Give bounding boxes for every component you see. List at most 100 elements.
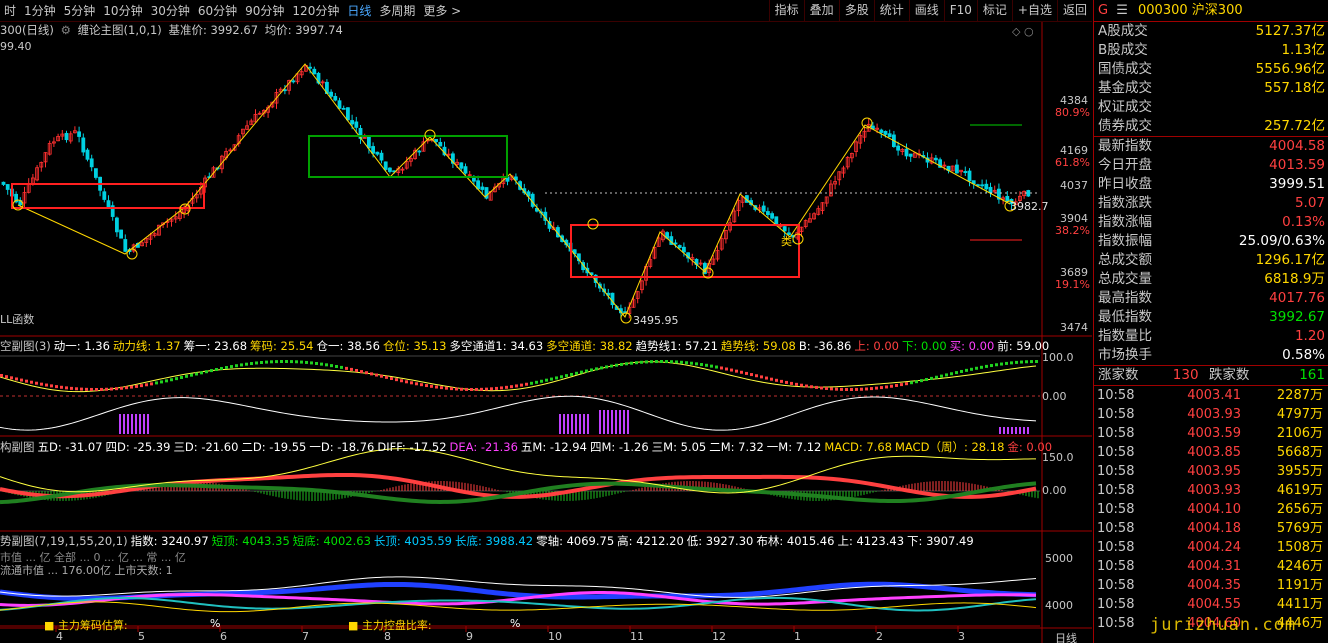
index-value-10: 1.20 xyxy=(1294,328,1325,344)
sub1-dot xyxy=(110,387,113,391)
tick-time-4: 10:58 xyxy=(1097,464,1135,479)
index-row-10: 指数量比 1.20 xyxy=(1094,327,1328,346)
period-tab-5[interactable]: 60分钟 xyxy=(194,2,241,19)
tick-row-1[interactable]: 10:58 4003.93 4797万 xyxy=(1094,405,1328,424)
index-row-11: 市场换手 0.58% xyxy=(1094,346,1328,365)
tool-button-3[interactable]: 统计 xyxy=(873,0,909,22)
control-pct: % xyxy=(510,617,521,630)
sub1-dot xyxy=(965,368,968,372)
tick-row-11[interactable]: 10:58 4004.55 4411万 xyxy=(1094,595,1328,614)
sub1-dot xyxy=(140,384,143,388)
sub1-dot xyxy=(650,360,653,364)
index-label-3: 指数涨跌 xyxy=(1098,195,1152,211)
index-value-3: 5.07 xyxy=(1294,195,1325,211)
tick-row-6[interactable]: 10:58 4004.10 2656万 xyxy=(1094,500,1328,519)
index-value-8: 4017.76 xyxy=(1269,290,1325,306)
x-label-7: 11 xyxy=(630,630,644,643)
tick-time-1: 10:58 xyxy=(1097,407,1135,422)
sub1-dot xyxy=(735,369,738,373)
period-tab-3[interactable]: 10分钟 xyxy=(99,2,146,19)
candle-body xyxy=(329,91,334,97)
tool-button-6[interactable]: 标记 xyxy=(976,0,1012,22)
sub1-dot xyxy=(95,387,98,391)
index-label-7: 总成交量 xyxy=(1098,271,1152,287)
period-tab-6[interactable]: 90分钟 xyxy=(241,2,288,19)
sub1-dot xyxy=(300,360,303,364)
sub1-dot xyxy=(875,386,878,390)
indicator-name[interactable]: 缠论主图(1,0,1) xyxy=(78,23,162,37)
tick-row-2[interactable]: 10:58 4003.59 2106万 xyxy=(1094,424,1328,443)
period-tab-10[interactable]: 更多 > xyxy=(419,2,465,19)
tick-time-0: 10:58 xyxy=(1097,388,1135,403)
tick-time-11: 10:58 xyxy=(1097,597,1135,612)
sub1-title[interactable]: 空副图(3) xyxy=(0,339,51,353)
sub3-title[interactable]: 势副图(7,19,1,55,20,1) xyxy=(0,534,128,548)
sub1-y-zero: 0.00 xyxy=(1042,390,1067,403)
candle-body xyxy=(350,120,355,125)
gear-icon[interactable]: ⚙ xyxy=(61,23,71,37)
candle-body xyxy=(963,171,968,174)
market-volume-stats: A股成交 5127.37亿 B股成交 1.13亿 国债成交 5556.96亿 基金成交 557… xyxy=(1094,22,1328,136)
tool-button-4[interactable]: 画线 xyxy=(908,0,944,22)
stat-row-5: 债券成交 257.72亿 xyxy=(1094,117,1328,136)
candle-body xyxy=(908,153,913,157)
sub1-dot xyxy=(495,386,498,390)
sub2-title[interactable]: 构副图 xyxy=(0,440,35,454)
sub1-dot xyxy=(135,384,138,388)
period-tab-8[interactable]: 日线 xyxy=(343,2,375,19)
tool-button-7[interactable]: +自选 xyxy=(1011,0,1057,22)
sub1-dot xyxy=(610,364,613,368)
sub1-dot xyxy=(850,387,853,391)
tick-time-6: 10:58 xyxy=(1097,502,1135,517)
x-label-5: 9 xyxy=(466,630,473,643)
sub1-dot xyxy=(400,379,403,383)
tool-button-8[interactable]: 返回 xyxy=(1056,0,1092,22)
sub1-dot xyxy=(270,360,273,364)
tick-list[interactable]: 10:58 4003.41 2287万 10:58 4003.93 4797万 10:58 4… xyxy=(1094,386,1328,633)
sub1-dot xyxy=(465,387,468,391)
tool-button-2[interactable]: 多股 xyxy=(838,0,874,22)
tool-button-0[interactable]: 指标 xyxy=(768,0,804,22)
sub3-y-bottom: 4000 xyxy=(1045,599,1073,612)
period-tab-9[interactable]: 多周期 xyxy=(375,2,419,19)
candle-body xyxy=(94,168,98,178)
sub1-dot xyxy=(315,361,318,365)
candle-body xyxy=(887,133,892,138)
stat-value-1: 1.13亿 xyxy=(1281,42,1325,58)
main-y-price-2: 4037 xyxy=(1060,179,1088,192)
sub1-dot xyxy=(835,387,838,391)
sub1-dot xyxy=(615,363,618,367)
chart-area[interactable]: 300(日线) ⚙ 缠论主图(1,0,1) 基准价: 3992.67 均价: 3… xyxy=(0,22,1092,643)
sub1-dot xyxy=(450,387,453,391)
sub1-dot xyxy=(800,383,803,387)
period-tab-4[interactable]: 30分钟 xyxy=(147,2,194,19)
tick-row-7[interactable]: 10:58 4004.18 5769万 xyxy=(1094,519,1328,538)
sub1-dot xyxy=(715,365,718,369)
tick-row-10[interactable]: 10:58 4004.35 1191万 xyxy=(1094,576,1328,595)
sub1-dot xyxy=(1035,360,1038,364)
sub1-dot xyxy=(160,380,163,384)
period-tab-0[interactable]: 时 xyxy=(0,2,20,19)
period-tab-7[interactable]: 120分钟 xyxy=(288,2,343,19)
tick-row-5[interactable]: 10:58 4003.93 4619万 xyxy=(1094,481,1328,500)
candle-body xyxy=(782,226,787,232)
sub3-item-3: 长顶: 4035.59 xyxy=(373,534,452,548)
diamond-icon[interactable]: ◇ ○ xyxy=(1012,25,1034,38)
tick-row-8[interactable]: 10:58 4004.24 1508万 xyxy=(1094,538,1328,557)
tick-row-3[interactable]: 10:58 4003.85 5668万 xyxy=(1094,443,1328,462)
sub2-item-12: MACD: 7.68 xyxy=(824,440,892,454)
menu-icon[interactable]: ☰ xyxy=(1116,3,1128,18)
sub1-dot xyxy=(920,379,923,383)
tool-button-5[interactable]: F10 xyxy=(943,0,977,22)
period-tab-2[interactable]: 5分钟 xyxy=(60,2,100,19)
index-code: 000300 xyxy=(1138,3,1188,18)
tool-button-1[interactable]: 叠加 xyxy=(803,0,839,22)
tick-row-0[interactable]: 10:58 4003.41 2287万 xyxy=(1094,386,1328,405)
sub2-y-zero: 0.00 xyxy=(1042,484,1067,497)
tick-row-4[interactable]: 10:58 4003.95 3955万 xyxy=(1094,462,1328,481)
tick-row-9[interactable]: 10:58 4004.31 4246万 xyxy=(1094,557,1328,576)
sub1-dot xyxy=(40,382,43,386)
sub1-dot xyxy=(180,375,183,379)
period-tab-1[interactable]: 1分钟 xyxy=(20,2,60,19)
index-row-4: 指数涨幅 0.13% xyxy=(1094,213,1328,232)
